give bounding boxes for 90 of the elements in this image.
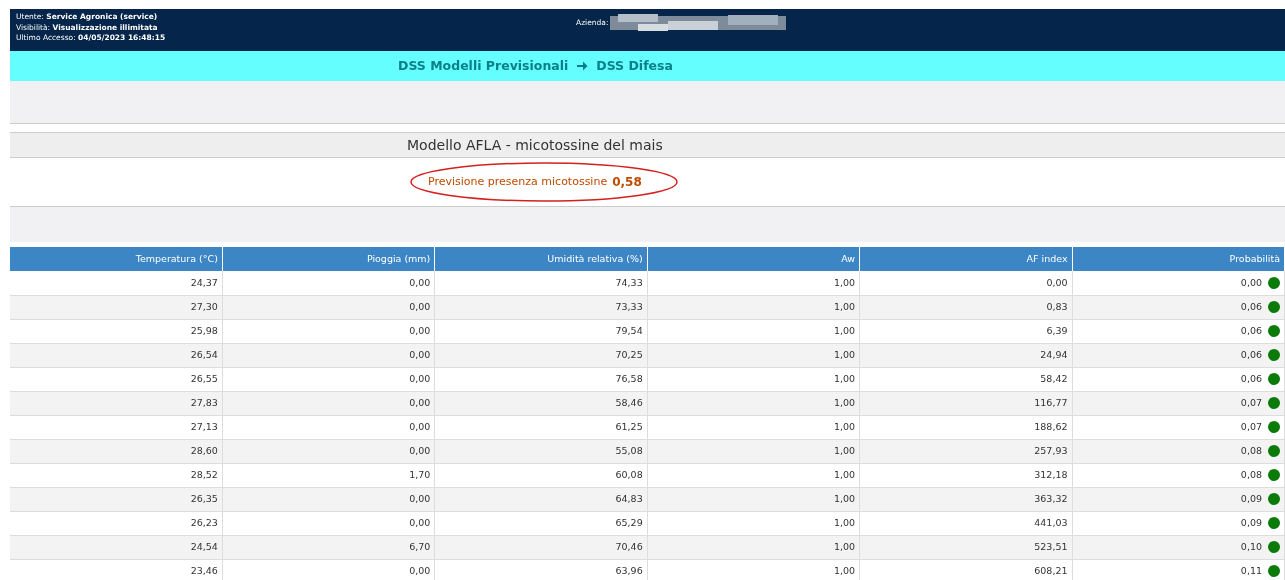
table-cell: 257,93 (859, 439, 1073, 463)
table-cell: 0,00 (222, 511, 435, 535)
table-cell: 1,00 (647, 367, 860, 391)
table-cell: 0,06 (1240, 348, 1262, 360)
column-header: Pioggia (mm) (222, 247, 435, 271)
column-header: AF index (859, 247, 1073, 271)
table-cell: 24,94 (859, 343, 1073, 367)
table-cell: 76,58 (434, 367, 648, 391)
table-cell: 26,55 (10, 367, 223, 391)
table-cell: 27,13 (10, 415, 223, 439)
table-cell: 0,00 (859, 271, 1073, 295)
table-cell: 1,00 (647, 319, 860, 343)
table-cell: 23,46 (10, 559, 223, 580)
table-cell: 0,00 (1240, 276, 1262, 288)
table-cell: 24,37 (10, 271, 223, 295)
table-cell: 0,00 (222, 295, 435, 319)
table-cell: 1,00 (647, 511, 860, 535)
table-cell: 1,00 (647, 271, 860, 295)
table-cell: 0,00 (222, 367, 435, 391)
table-cell: 58,46 (434, 391, 648, 415)
table-cell: 0,07 (1240, 420, 1262, 432)
table-cell: 61,25 (434, 415, 648, 439)
table-cell: 25,98 (10, 319, 223, 343)
table-cell: 24,54 (10, 535, 223, 559)
column-header: Aw (647, 247, 860, 271)
table-cell: 70,46 (434, 535, 648, 559)
table-cell: 1,00 (647, 463, 860, 487)
table-cell: 0,09 (1240, 492, 1262, 504)
table-cell: 523,51 (859, 535, 1073, 559)
table-cell: 27,83 (10, 391, 223, 415)
table-cell: 0,06 (1240, 372, 1262, 384)
table-cell: 1,00 (647, 439, 860, 463)
table-cell: 6,70 (222, 535, 435, 559)
breadcrumb-link[interactable]: DSS Difesa (596, 56, 673, 76)
table-cell: 0,06 (1240, 324, 1262, 336)
column-header: Probabilità (1072, 247, 1285, 271)
forecast-label: Previsione presenza micotossine (428, 173, 608, 190)
table-cell: 64,83 (434, 487, 648, 511)
table-cell: 28,52 (10, 463, 223, 487)
table-cell: 0,09 (1240, 516, 1262, 528)
table-cell: 0,00 (222, 391, 435, 415)
column-header: Temperatura (°C) (10, 247, 223, 271)
table-cell: 70,25 (434, 343, 648, 367)
arrow-icon (576, 60, 589, 72)
table-cell: 60,08 (434, 463, 648, 487)
table-cell: 1,70 (222, 463, 435, 487)
column-header: Umidità relativa (%) (434, 247, 648, 271)
table-cell: 441,03 (859, 511, 1073, 535)
breadcrumb-link[interactable]: DSS Modelli Previsionali (398, 56, 569, 76)
table-cell: 1,00 (647, 559, 860, 580)
table-cell: 26,35 (10, 487, 223, 511)
table-cell: 28,60 (10, 439, 223, 463)
table-cell: 27,30 (10, 295, 223, 319)
table-cell: 58,42 (859, 367, 1073, 391)
table-cell: 0,00 (222, 439, 435, 463)
table-cell: 0,08 (1240, 468, 1262, 480)
table-cell: 188,62 (859, 415, 1073, 439)
table-cell: 1,00 (647, 415, 860, 439)
table-cell: 79,54 (434, 319, 648, 343)
table-cell: 26,54 (10, 343, 223, 367)
table-cell: 116,77 (859, 391, 1073, 415)
table-cell: 1,00 (647, 295, 860, 319)
table-cell: 0,83 (859, 295, 1073, 319)
table-cell: 26,23 (10, 511, 223, 535)
table-cell: 65,29 (434, 511, 648, 535)
table-cell: 1,00 (647, 343, 860, 367)
table-cell: 73,33 (434, 295, 648, 319)
table-cell: 63,96 (434, 559, 648, 580)
table-cell: 0,10 (1240, 540, 1262, 552)
table-cell: 0,07 (1240, 396, 1262, 408)
table-cell: 608,21 (859, 559, 1073, 580)
table-cell: 74,33 (434, 271, 648, 295)
table-cell: 6,39 (859, 319, 1073, 343)
table-cell: 1,00 (647, 391, 860, 415)
table-cell: 1,00 (647, 535, 860, 559)
table-cell: 312,18 (859, 463, 1073, 487)
table-cell: 0,08 (1240, 444, 1262, 456)
table-cell: 0,00 (222, 343, 435, 367)
table-cell: 363,32 (859, 487, 1073, 511)
forecast-value: 0,58 (612, 174, 642, 191)
table-cell: 0,00 (222, 319, 435, 343)
table-cell: 0,11 (1240, 564, 1262, 576)
table-cell: 0,00 (222, 271, 435, 295)
table-cell: 55,08 (434, 439, 648, 463)
table-cell: 0,00 (222, 487, 435, 511)
table-cell: 0,06 (1240, 300, 1262, 312)
table-cell: 0,00 (222, 415, 435, 439)
table-cell: 1,00 (647, 487, 860, 511)
table-cell: 0,00 (222, 559, 435, 580)
model-title: Modello AFLA - micotossine del mais (407, 135, 663, 155)
